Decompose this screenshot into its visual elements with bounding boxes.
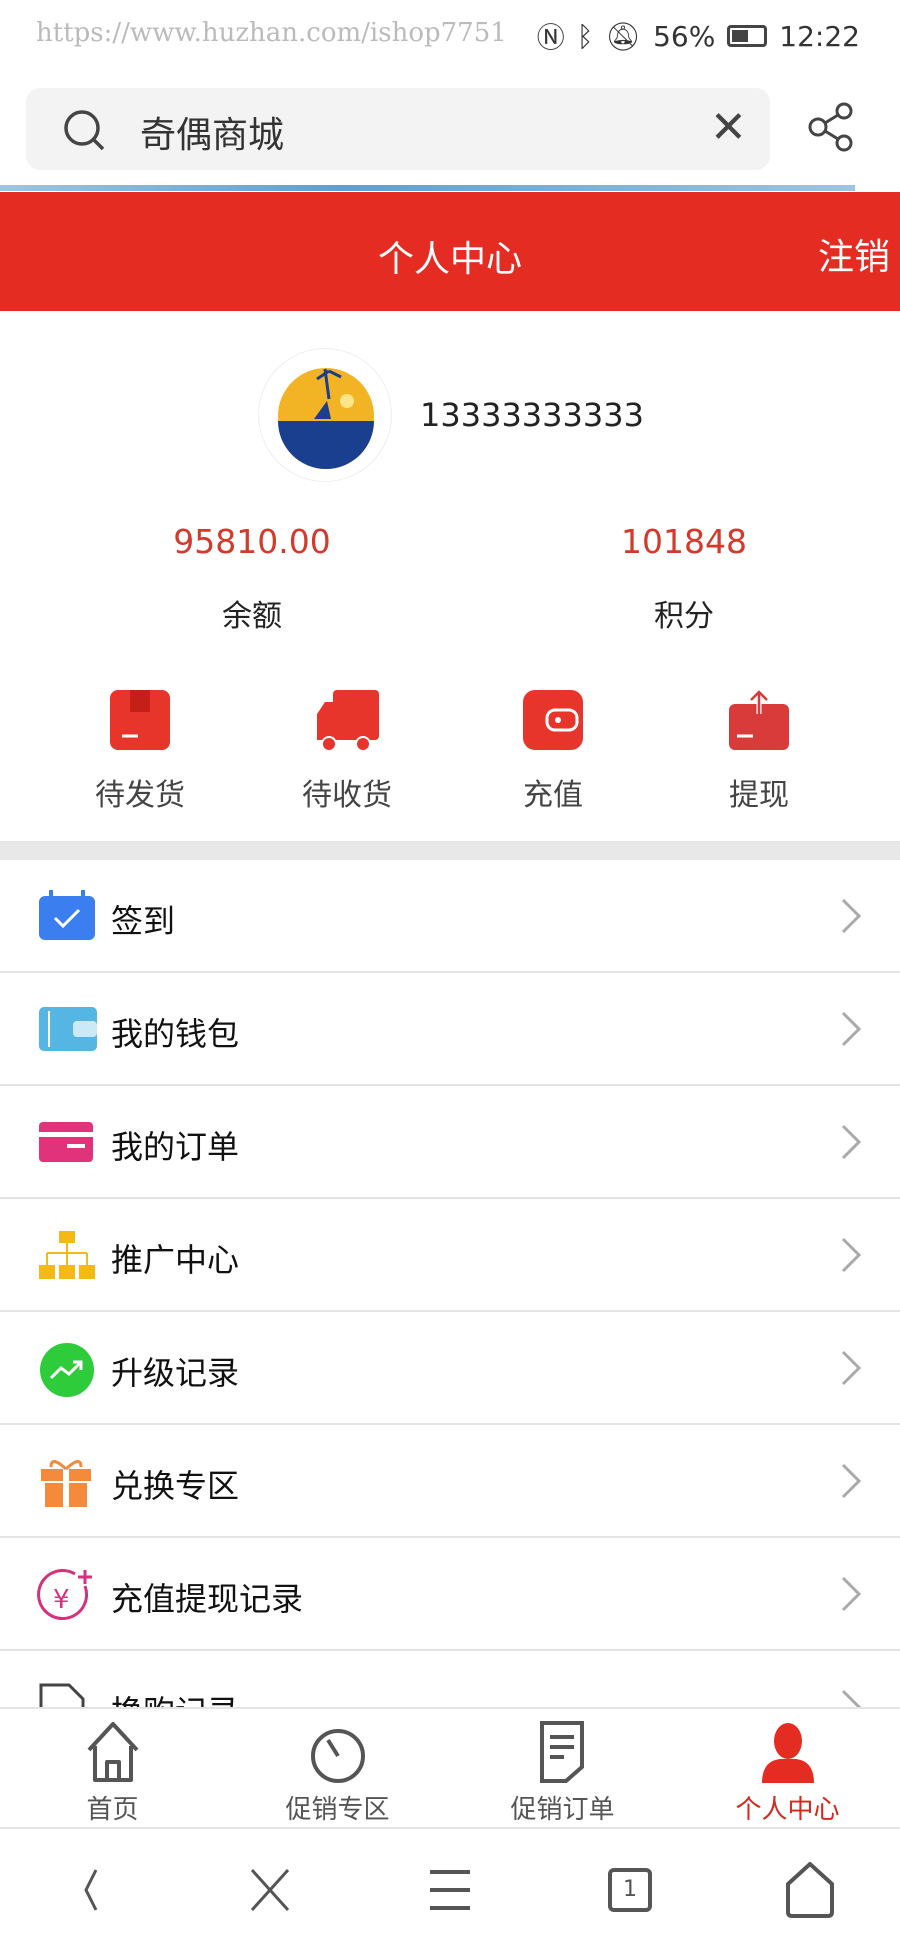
chevron-right-icon: [841, 1350, 862, 1386]
menu-item-label: 签到: [111, 902, 176, 940]
user-phone: 13333333333: [420, 396, 644, 434]
card-icon: [37, 1116, 97, 1168]
user-icon: [675, 1719, 900, 1785]
withdraw-icon: [727, 688, 791, 752]
action-recharge[interactable]: 充值: [473, 688, 633, 814]
action-label: 充值: [523, 778, 583, 813]
document-icon: [450, 1719, 675, 1785]
balance-label: 余额: [222, 599, 282, 634]
action-pending-shipment[interactable]: 待发货: [60, 688, 220, 814]
menu-item-label: 充值提现记录: [111, 1580, 304, 1618]
mute-icon: 🔕︎: [605, 19, 642, 53]
battery-icon: [727, 25, 768, 47]
menu-item-label: 升级记录: [111, 1354, 240, 1392]
clear-icon[interactable]: ✕: [710, 106, 747, 150]
page-title: 个人中心: [377, 239, 522, 280]
chevron-right-icon: [841, 1237, 862, 1273]
bluetooth-icon: ᛒ: [576, 19, 594, 53]
menu-item[interactable]: 兑换专区: [0, 1425, 900, 1538]
action-pending-receipt[interactable]: 待收货: [267, 688, 427, 814]
hierarchy-icon: [37, 1229, 97, 1281]
truck-icon: [315, 688, 379, 752]
browser-nav-bar: 1: [0, 1830, 900, 1950]
svg-text:¥: ¥: [53, 1585, 70, 1615]
points-label: 积分: [654, 599, 714, 634]
box-icon: [108, 688, 172, 752]
action-label: 待发货: [95, 778, 185, 813]
menu-item[interactable]: 我的钱包: [0, 973, 900, 1086]
search-icon: [64, 110, 105, 151]
nfc-icon: Ⓝ: [536, 21, 565, 54]
chevron-right-icon: [841, 1576, 862, 1612]
timer-icon: [225, 1719, 450, 1785]
back-icon[interactable]: [60, 1860, 120, 1920]
tab-label: 个人中心: [735, 1795, 840, 1825]
tab-label: 首页: [86, 1795, 139, 1825]
menu-item-label: 推广中心: [111, 1241, 240, 1279]
status-bar: https://www.huzhan.com/ishop7751 Ⓝ ᛒ 🔕︎ …: [0, 0, 900, 68]
wallet-icon: [521, 688, 585, 752]
search-value: 奇偶商城: [140, 115, 285, 156]
menu-item[interactable]: 推广中心: [0, 1199, 900, 1312]
points-value: 101848: [621, 522, 747, 561]
chevron-right-icon: [841, 1011, 862, 1047]
tab-promotions[interactable]: 促销专区: [225, 1709, 450, 1829]
gift-icon: [37, 1455, 97, 1507]
share-icon[interactable]: [808, 102, 854, 152]
stat-points[interactable]: 101848 积分: [534, 522, 834, 635]
logout-button[interactable]: 注销: [818, 228, 890, 280]
tab-promo-orders[interactable]: 促销订单: [450, 1709, 675, 1829]
battery-text: 56%: [653, 19, 716, 53]
calendar-check-icon: [37, 890, 97, 942]
tab-profile[interactable]: 个人中心: [675, 1709, 900, 1829]
action-label: 待收货: [302, 778, 392, 813]
menu-item-label: 我的钱包: [111, 1015, 240, 1053]
menu-item[interactable]: 我的订单: [0, 1086, 900, 1199]
chevron-right-icon: [841, 1124, 862, 1160]
tab-home[interactable]: 首页: [0, 1709, 225, 1829]
yuan-plus-icon: ¥: [37, 1568, 97, 1620]
divider: [0, 841, 900, 860]
avatar-logo-icon: [278, 368, 374, 469]
chevron-right-icon: [841, 898, 862, 934]
menu-icon[interactable]: [420, 1860, 480, 1920]
close-icon[interactable]: [240, 1860, 300, 1920]
menu-item-label: 兑换专区: [111, 1467, 240, 1505]
action-label: 提现: [729, 778, 789, 813]
action-withdraw[interactable]: 提现: [679, 688, 839, 814]
avatar[interactable]: [258, 348, 392, 482]
menu-item-label: 我的订单: [111, 1128, 240, 1166]
home-icon: [0, 1719, 225, 1785]
chevron-right-icon: [841, 1463, 862, 1499]
tab-bar: 首页 促销专区 促销订单 个人中心: [0, 1707, 900, 1829]
header: 个人中心 注销: [0, 192, 900, 311]
menu-item[interactable]: 签到: [0, 860, 900, 973]
loading-bar: [0, 185, 855, 191]
search-input[interactable]: 奇偶商城 ✕: [26, 88, 770, 170]
home-icon[interactable]: [780, 1860, 840, 1920]
menu-item[interactable]: 升级记录: [0, 1312, 900, 1425]
watermark: https://www.huzhan.com/ishop7751: [36, 18, 507, 48]
clock: 12:22: [779, 19, 860, 53]
tab-label: 促销订单: [510, 1795, 615, 1825]
menu-item[interactable]: ¥ 充值提现记录: [0, 1538, 900, 1651]
stat-balance[interactable]: 95810.00 余额: [102, 522, 402, 635]
tab-count: 1: [608, 1868, 652, 1912]
wallet-icon: [37, 1003, 97, 1055]
trend-up-icon: [37, 1342, 97, 1397]
tabs-button[interactable]: 1: [600, 1860, 660, 1920]
tab-label: 促销专区: [285, 1795, 390, 1825]
balance-value: 95810.00: [173, 522, 331, 561]
